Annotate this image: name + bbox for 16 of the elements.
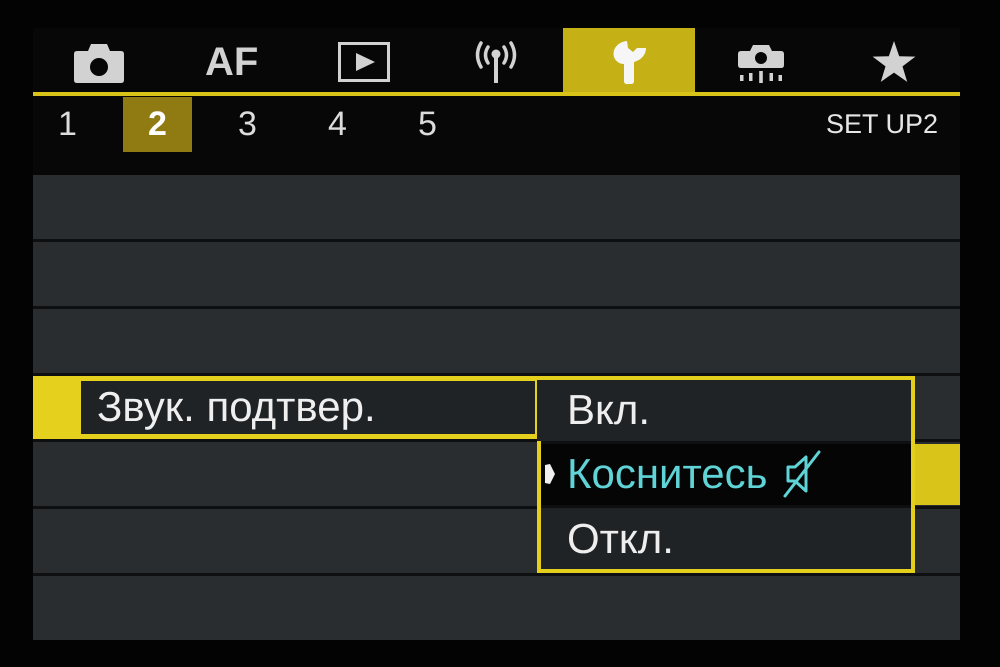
page-title: SET UP2 [826, 108, 938, 141]
menu-item-label: Звук. подтвер. [96, 383, 376, 432]
page-tab[interactable]: 4 [303, 97, 372, 152]
wrench-icon [610, 40, 647, 84]
pointer-icon [545, 464, 555, 484]
camera-icon [74, 41, 124, 83]
star-icon [872, 41, 916, 83]
option-item[interactable]: Откл. [541, 508, 911, 570]
page-tab[interactable]: 5 [393, 97, 462, 152]
option-item[interactable]: Вкл. [537, 380, 911, 441]
page-tab[interactable]: 3 [213, 97, 282, 152]
page-tab[interactable]: 1 [33, 97, 102, 152]
play-icon [338, 42, 390, 82]
menu-tab[interactable]: AF [165, 28, 298, 92]
page-tab[interactable]: 2 [123, 97, 192, 152]
speaker-muted-icon [782, 450, 822, 498]
